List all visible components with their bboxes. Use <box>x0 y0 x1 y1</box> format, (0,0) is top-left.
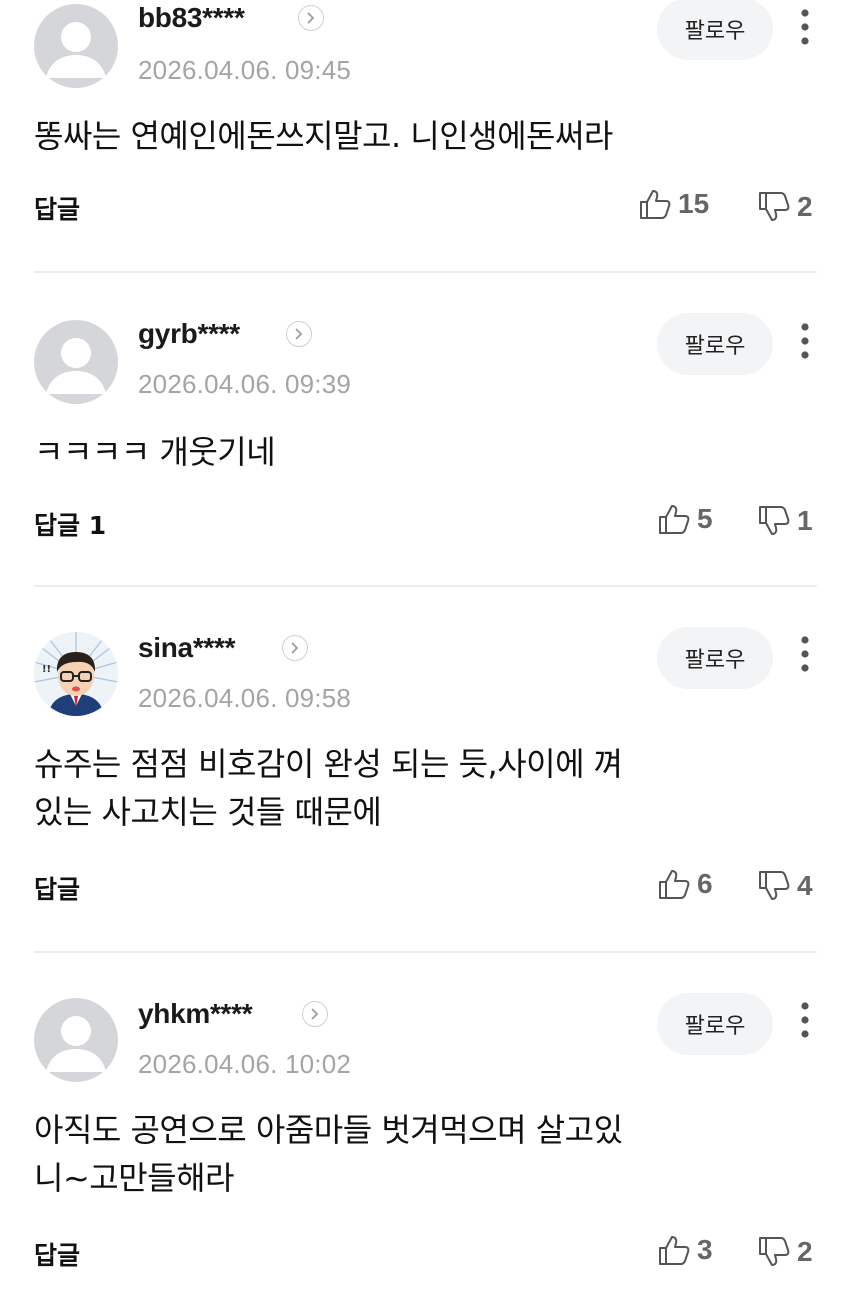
dislike-button[interactable]: 4 <box>757 869 813 903</box>
comment-date: 2026.04.06. 09:39 <box>138 369 352 399</box>
dislike-count: 2 <box>797 1236 813 1267</box>
divider <box>34 271 817 273</box>
divider <box>34 951 817 953</box>
comment-text: ㅋㅋㅋㅋ 개웃기네 <box>34 433 276 471</box>
dislike-button[interactable]: 2 <box>757 190 813 224</box>
divider <box>34 585 817 587</box>
comment-date: 2026.04.06. 10:02 <box>138 1049 352 1079</box>
like-count: 15 <box>678 188 710 219</box>
thumbs-down-icon <box>759 506 790 535</box>
like-button[interactable]: 3 <box>657 1233 713 1267</box>
reply-button[interactable]: 답글 <box>34 1236 80 1272</box>
like-count: 3 <box>697 1234 713 1265</box>
reply-button[interactable]: 답글 1 <box>34 506 106 542</box>
comment-date: 2026.04.06. 09:58 <box>138 683 352 713</box>
thumbs-down-icon <box>759 1237 790 1266</box>
thumbs-up-icon <box>659 505 690 534</box>
user-avatar[interactable] <box>34 998 118 1082</box>
username[interactable]: sina**** <box>138 632 236 664</box>
reply-button[interactable]: 답글 <box>34 870 80 906</box>
user-avatar[interactable] <box>34 320 118 404</box>
dislike-button[interactable]: 2 <box>757 1235 813 1269</box>
comment-text: 슈주는 점점 비호감이 완성 되는 듯,사이에 껴 있는 사고치는 것들 때문에 <box>34 745 623 831</box>
more-vertical-icon[interactable] <box>795 635 815 675</box>
dislike-count: 2 <box>797 191 813 222</box>
default-avatar-icon <box>46 1016 106 1072</box>
more-vertical-icon[interactable] <box>795 8 815 48</box>
more-vertical-icon[interactable] <box>795 322 815 362</box>
thumbs-down-icon <box>759 192 790 221</box>
reply-button[interactable]: 답글 <box>34 190 80 226</box>
follow-button[interactable]: 팔로우 <box>657 0 773 60</box>
chevron-right-icon[interactable] <box>298 5 324 31</box>
dislike-count: 1 <box>797 505 813 536</box>
chevron-right-icon[interactable] <box>302 1001 328 1027</box>
chevron-right-icon[interactable] <box>286 321 312 347</box>
comment-date: 2026.04.06. 09:45 <box>138 55 352 85</box>
user-avatar[interactable]: !! <box>34 632 118 716</box>
dislike-button[interactable]: 1 <box>757 504 813 538</box>
follow-button[interactable]: 팔로우 <box>657 993 773 1055</box>
comment-text: 똥싸는 연예인에돈쓰지말고. 니인생에돈써라 <box>34 117 613 155</box>
more-vertical-icon[interactable] <box>795 1001 815 1041</box>
thumbs-up-icon <box>640 190 671 219</box>
comment-text: 아직도 공연으로 아줌마들 벗겨먹으며 살고있 니~고만들해라 <box>34 1111 623 1197</box>
cartoon-man-avatar-icon: !! <box>34 632 118 716</box>
like-count: 5 <box>697 503 713 534</box>
like-button[interactable]: 5 <box>657 502 713 536</box>
like-button[interactable]: 6 <box>657 867 713 901</box>
chevron-right-icon[interactable] <box>282 635 308 661</box>
username[interactable]: yhkm**** <box>138 998 253 1030</box>
like-button[interactable]: 15 <box>638 187 709 221</box>
default-avatar-icon <box>46 22 106 78</box>
username[interactable]: gyrb**** <box>138 318 240 350</box>
thumbs-up-icon <box>659 1236 690 1265</box>
thumbs-up-icon <box>659 870 690 899</box>
follow-button[interactable]: 팔로우 <box>657 313 773 375</box>
default-avatar-icon <box>46 338 106 394</box>
user-avatar[interactable] <box>34 4 118 88</box>
like-count: 6 <box>697 868 713 899</box>
follow-button[interactable]: 팔로우 <box>657 627 773 689</box>
dislike-count: 4 <box>797 870 813 901</box>
svg-text:!!: !! <box>42 664 51 675</box>
username[interactable]: bb83**** <box>138 2 245 34</box>
thumbs-down-icon <box>759 871 790 900</box>
